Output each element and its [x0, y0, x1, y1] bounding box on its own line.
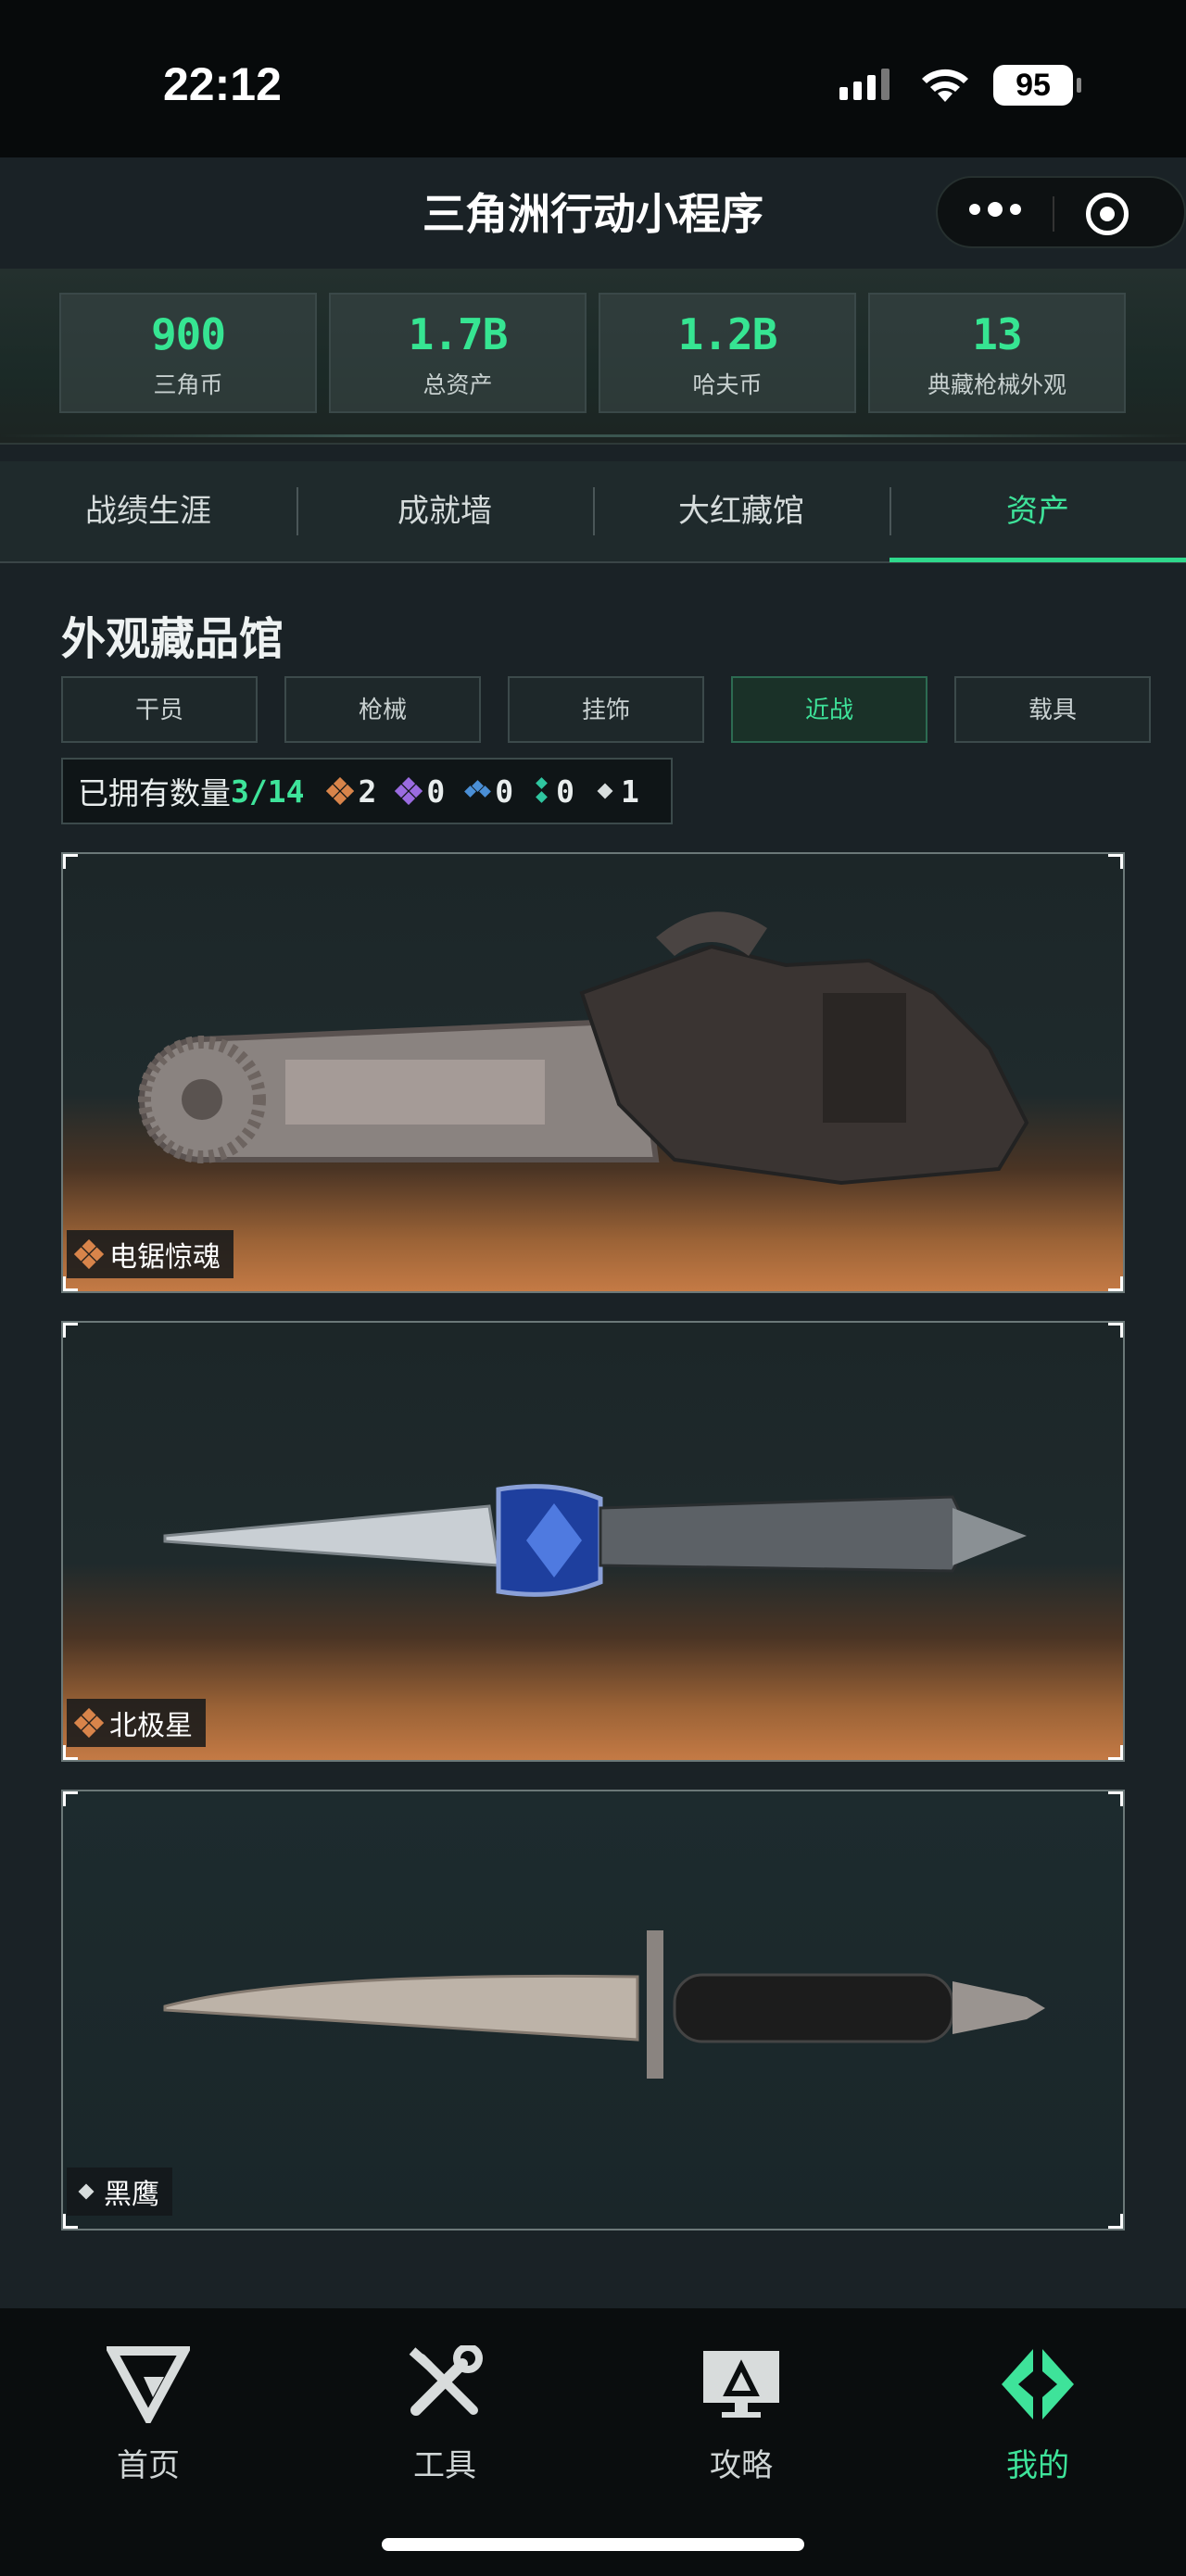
rarity-count-value: 0	[556, 773, 574, 810]
chainsaw-icon	[138, 911, 1029, 1186]
section-title: 外观藏品馆	[61, 613, 284, 665]
stat-label: 三角币	[153, 371, 223, 398]
stat-label: 典藏枪械外观	[927, 371, 1066, 398]
filter-operators[interactable]: 干员	[61, 676, 258, 743]
tab-assets[interactable]: 资产	[890, 461, 1186, 561]
close-miniprogram-icon[interactable]	[1086, 193, 1129, 235]
rarity-count-white: 1	[593, 773, 639, 810]
blue-dagger-icon	[163, 1484, 1027, 1597]
home-indicator	[382, 2538, 804, 2551]
wifi-icon	[922, 69, 968, 102]
rarity-count-value: 1	[620, 773, 639, 810]
battery-icon: 95	[993, 65, 1081, 106]
item-name: 黑鹰	[104, 2179, 159, 2211]
orange-rarity-icon	[326, 777, 355, 805]
bottom-navigation: 首页 工具 攻略 我的	[0, 2308, 1186, 2576]
stat-card: 1.2B 哈夫币	[599, 293, 856, 413]
stat-value: 900	[150, 309, 226, 359]
stat-value: 13	[972, 309, 1022, 359]
blue-rarity-icon	[464, 780, 492, 798]
rarity-count-orange: 2	[326, 773, 376, 810]
collection-card[interactable]: 电锯惊魂	[61, 852, 1125, 1293]
item-name-tag: 黑鹰	[67, 2168, 172, 2216]
tools-icon	[409, 2344, 483, 2416]
filter-charms[interactable]: 挂饰	[508, 676, 704, 743]
filter-vehicles[interactable]: 载具	[954, 676, 1151, 743]
guide-icon	[703, 2351, 779, 2418]
owned-label: 已拥有数量	[78, 775, 231, 811]
capsule-divider	[1053, 196, 1054, 232]
purple-rarity-icon	[395, 777, 423, 805]
item-name-tag: 电锯惊魂	[67, 1230, 233, 1278]
nav-guides[interactable]: 攻略	[649, 2345, 834, 2485]
combat-knife-icon	[163, 1930, 1045, 2079]
stat-card: 900 三角币	[59, 293, 317, 413]
home-logo-icon	[104, 2346, 193, 2428]
miniprogram-capsule	[936, 176, 1186, 248]
stat-value: 1.7B	[408, 309, 509, 359]
rarity-count-green: 0	[532, 773, 574, 810]
tab-red-collection[interactable]: 大红藏馆	[593, 461, 890, 561]
collection-card[interactable]: 黑鹰	[61, 1790, 1125, 2230]
filter-melee[interactable]: 近战	[731, 676, 927, 743]
stat-value: 1.2B	[677, 309, 778, 359]
rarity-count-value: 0	[495, 773, 514, 810]
nav-label: 我的	[1006, 2447, 1069, 2484]
rarity-count-blue: 0	[463, 773, 513, 810]
status-time: 22:12	[163, 58, 282, 110]
owned-count: 3/14	[231, 773, 305, 810]
filter-guns[interactable]: 枪械	[284, 676, 481, 743]
item-name: 电锯惊魂	[109, 1241, 221, 1274]
nav-label: 攻略	[710, 2447, 773, 2484]
stats-band: 900 三角币 1.7B 总资产 1.2B 哈夫币 13 典藏枪械外观	[0, 269, 1186, 445]
cellular-signal-icon	[839, 69, 890, 100]
rarity-count-purple: 0	[395, 773, 445, 810]
green-rarity-icon	[536, 777, 548, 803]
active-tab-indicator	[890, 558, 1186, 562]
nav-label: 首页	[117, 2447, 180, 2484]
collection-card[interactable]: 北极星	[61, 1321, 1125, 1762]
nav-profile[interactable]: 我的	[945, 2345, 1130, 2485]
stat-card: 1.7B 总资产	[329, 293, 587, 413]
item-name-tag: 北极星	[67, 1699, 206, 1747]
tab-achievements[interactable]: 成就墙	[296, 461, 593, 561]
stat-card: 13 典藏枪械外观	[868, 293, 1126, 413]
nav-label: 工具	[413, 2447, 476, 2484]
owned-count-bar: 已拥有数量 3/14 2 0 0 0 1	[61, 758, 673, 824]
white-rarity-icon	[597, 783, 613, 799]
stat-label: 总资产	[423, 371, 493, 398]
tab-career[interactable]: 战绩生涯	[0, 461, 296, 561]
item-name: 北极星	[109, 1710, 193, 1742]
status-bar: 22:12 95 三角洲行动小程序	[0, 0, 1186, 248]
orange-rarity-icon	[74, 1708, 104, 1738]
rarity-count-value: 2	[358, 773, 377, 810]
white-rarity-icon	[78, 2183, 95, 2200]
orange-rarity-icon	[74, 1239, 104, 1269]
stat-label: 哈夫币	[692, 371, 763, 398]
profile-icon	[1002, 2349, 1074, 2419]
main-tabs: 战绩生涯 成就墙 大红藏馆 资产	[0, 461, 1186, 563]
nav-tools[interactable]: 工具	[352, 2344, 537, 2485]
more-icon[interactable]	[969, 202, 1021, 217]
nav-home[interactable]: 首页	[56, 2345, 241, 2485]
rarity-count-value: 0	[426, 773, 446, 810]
